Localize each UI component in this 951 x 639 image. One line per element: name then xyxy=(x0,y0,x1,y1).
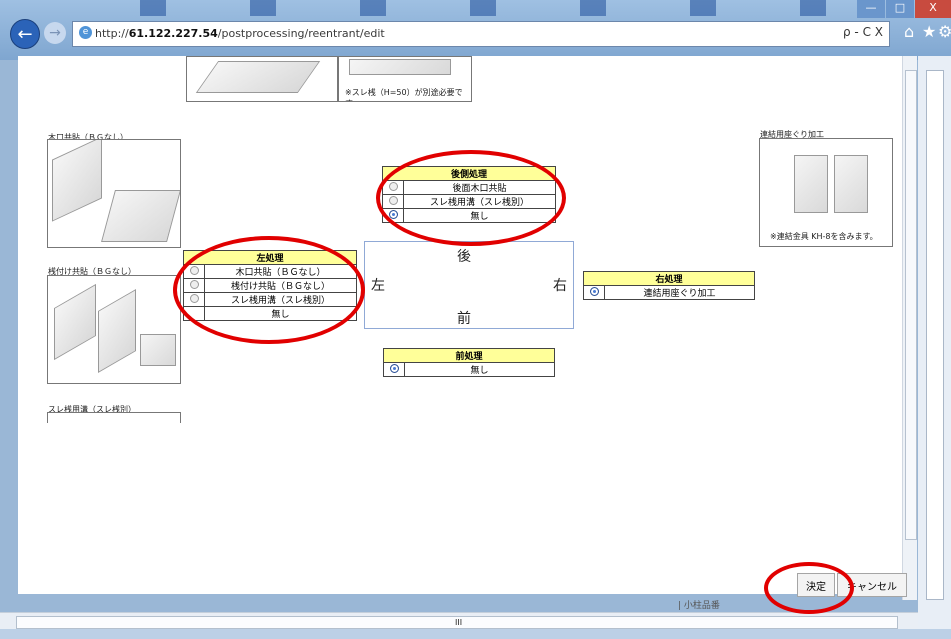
front-process-table: 前処理 無し xyxy=(383,348,555,377)
ie-icon: e xyxy=(79,26,92,39)
hscroll-grip: III xyxy=(455,618,463,627)
page-content: ※スレ桟（H=50）が別途必要です。 木口共貼（ＢＧなし） 桟付け共貼（ＢＧなし… xyxy=(18,56,902,611)
edge-joint-illustration xyxy=(47,139,181,248)
title-stripe xyxy=(800,0,826,16)
right-process-title: 右処理 xyxy=(583,271,755,286)
address-tools[interactable]: ρ - C X xyxy=(843,25,883,39)
title-stripe xyxy=(470,0,496,16)
diagram-right: 右 xyxy=(553,278,567,294)
highlight-back-process xyxy=(376,150,566,246)
panel-shape xyxy=(98,289,136,373)
panel-shape xyxy=(195,61,321,93)
minimize-icon: — xyxy=(865,1,877,14)
highlight-confirm-button xyxy=(764,562,854,614)
page-vertical-scrollbar[interactable] xyxy=(902,56,917,600)
direction-diagram: 後 左 右 前 xyxy=(364,241,574,329)
panel-shape xyxy=(834,155,868,213)
footer-text: | 小柱品番 xyxy=(678,601,720,611)
favorites-icon[interactable]: ★ xyxy=(922,22,936,41)
panel-shape xyxy=(349,59,451,75)
panel-shape xyxy=(140,334,176,366)
title-stripe xyxy=(690,0,716,16)
diagram-back: 後 xyxy=(457,249,471,265)
minimize-button[interactable]: — xyxy=(857,0,885,18)
highlight-left-process xyxy=(173,236,365,344)
title-stripe xyxy=(140,0,166,16)
address-bar[interactable]: e http://61.122.227.54/postprocessing/re… xyxy=(72,21,890,47)
connector-illustration: ※連結金具 KH-8を含みます。 xyxy=(759,138,893,247)
illustration-top-right: ※スレ桟（H=50）が別途必要です。 xyxy=(338,56,472,102)
front-option-label: 無し xyxy=(404,362,555,377)
scroll-thumb[interactable] xyxy=(905,70,917,540)
connector-note: ※連結金具 KH-8を含みます。 xyxy=(770,232,878,241)
right-option-label: 連結用座ぐり加工 xyxy=(604,285,755,300)
title-stripe xyxy=(580,0,606,16)
home-icon[interactable]: ⌂ xyxy=(904,22,914,41)
taskbar xyxy=(0,629,951,639)
title-stripe xyxy=(250,0,276,16)
back-button[interactable]: ← xyxy=(10,19,40,49)
panel-shape xyxy=(54,283,96,361)
frame-joint-illustration xyxy=(47,275,181,384)
title-stripe xyxy=(360,0,386,16)
address-url: http://61.122.227.54/postprocessing/reen… xyxy=(95,27,385,40)
back-arrow-icon: ← xyxy=(17,23,33,45)
window-vertical-scrollbar[interactable] xyxy=(918,56,951,639)
panel-shape xyxy=(794,155,828,213)
forward-button[interactable]: → xyxy=(44,22,66,44)
front-process-title: 前処理 xyxy=(383,348,555,363)
panel-shape xyxy=(52,140,102,222)
maximize-button[interactable]: □ xyxy=(886,0,914,18)
diagram-front: 前 xyxy=(457,311,471,327)
diagram-left: 左 xyxy=(371,278,385,294)
radio-front-option-0[interactable] xyxy=(383,362,405,377)
radio-right-option-0[interactable] xyxy=(583,285,605,300)
maximize-icon: □ xyxy=(894,1,906,14)
settings-icon[interactable]: ⚙ xyxy=(938,22,951,41)
groove-illustration xyxy=(47,412,181,423)
close-icon: X xyxy=(929,1,937,14)
forward-arrow-icon: → xyxy=(49,25,61,41)
scroll-thumb[interactable] xyxy=(926,70,944,600)
top-note: ※スレ桟（H=50）が別途必要です。 xyxy=(345,88,463,101)
close-window-button[interactable]: X xyxy=(915,0,951,18)
illustration-top-left xyxy=(186,56,338,102)
panel-shape xyxy=(101,190,180,242)
right-process-table: 右処理 連結用座ぐり加工 xyxy=(583,271,755,300)
